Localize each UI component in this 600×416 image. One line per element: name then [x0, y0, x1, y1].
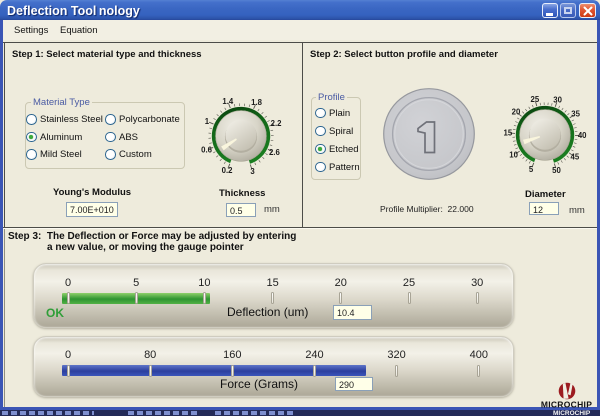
svg-text:1.8: 1.8 [251, 98, 263, 107]
svg-text:0.2: 0.2 [222, 166, 234, 175]
svg-text:35: 35 [571, 109, 580, 118]
svg-text:MICROCHIP: MICROCHIP [541, 400, 592, 410]
svg-text:25: 25 [531, 95, 540, 104]
svg-text:1.4: 1.4 [222, 97, 234, 106]
svg-text:2.2: 2.2 [271, 119, 283, 128]
svg-text:10: 10 [509, 151, 518, 160]
svg-text:1: 1 [205, 117, 210, 126]
svg-text:30: 30 [553, 96, 562, 105]
svg-text:40: 40 [578, 131, 587, 140]
svg-text:45: 45 [571, 153, 580, 162]
svg-text:5: 5 [529, 165, 534, 174]
svg-text:15: 15 [504, 129, 513, 138]
svg-text:2.6: 2.6 [269, 148, 281, 157]
svg-text:3: 3 [250, 167, 255, 176]
svg-text:0.6: 0.6 [201, 146, 213, 155]
svg-text:50: 50 [552, 166, 561, 175]
svg-text:20: 20 [512, 107, 521, 116]
